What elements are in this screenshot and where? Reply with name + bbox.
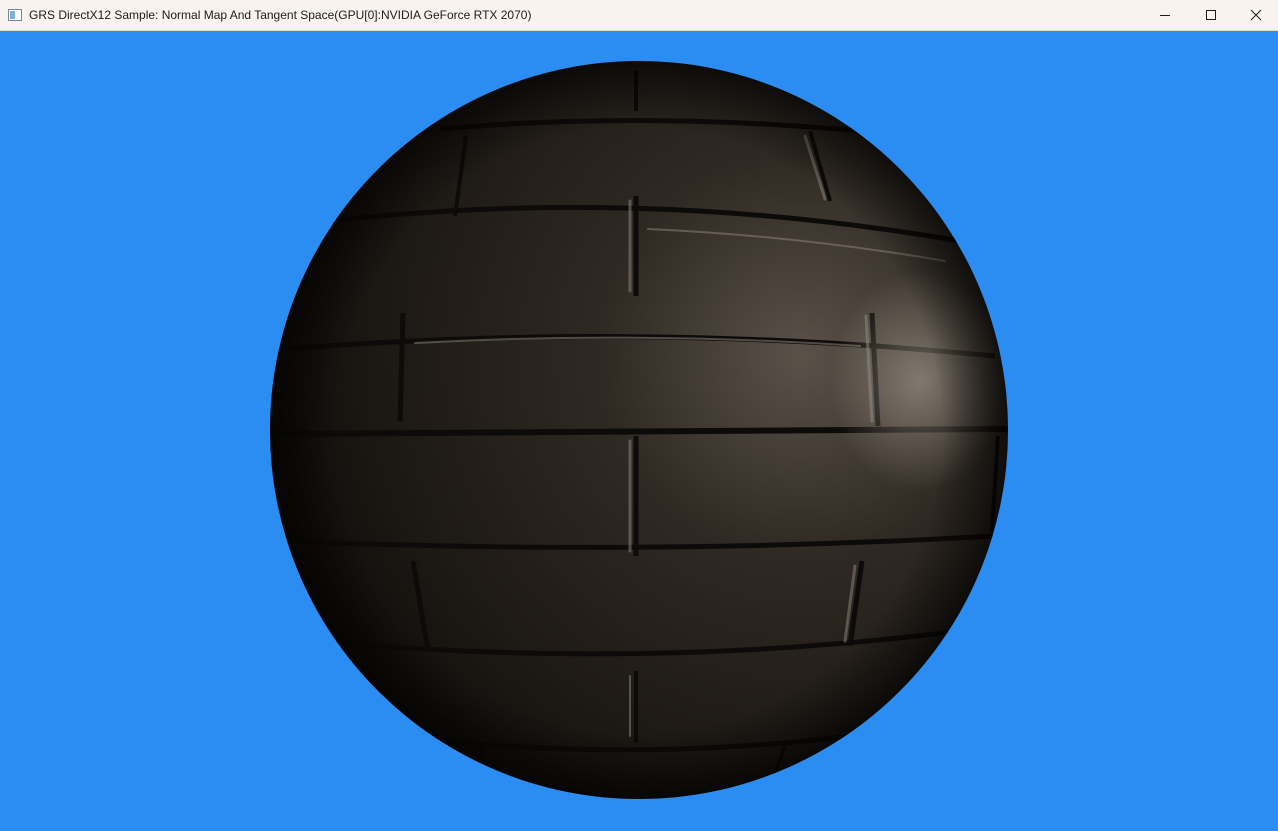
window-title: GRS DirectX12 Sample: Normal Map And Tan… — [29, 8, 532, 22]
app-icon — [8, 9, 22, 21]
brick-sphere — [270, 61, 1008, 799]
sphere-rim-shadow — [270, 61, 1008, 799]
minimize-icon — [1160, 15, 1170, 16]
close-button[interactable] — [1233, 0, 1278, 30]
app-window: GRS DirectX12 Sample: Normal Map And Tan… — [0, 0, 1278, 831]
maximize-icon — [1206, 10, 1216, 20]
maximize-button[interactable] — [1188, 0, 1234, 30]
title-bar[interactable]: GRS DirectX12 Sample: Normal Map And Tan… — [0, 0, 1278, 31]
minimize-button[interactable] — [1142, 0, 1188, 30]
close-icon — [1250, 9, 1262, 21]
render-viewport[interactable] — [0, 31, 1278, 831]
